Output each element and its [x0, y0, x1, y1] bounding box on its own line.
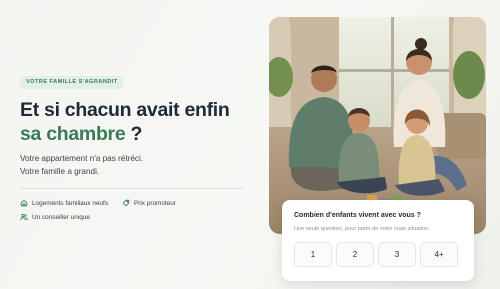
hero-title: Et si chacun avait enfin sa chambre ?: [20, 98, 260, 146]
hero-subtitle-line2: Votre famille a grandi.: [20, 166, 100, 176]
users-icon: [20, 213, 28, 221]
hero-section: VOTRE FAMILLE S'AGRANDIT Et si chacun av…: [20, 0, 252, 289]
feature-new-homes: Logements familiaux neufs: [20, 199, 108, 207]
house-icon: [20, 200, 28, 207]
option-4-plus-button[interactable]: 4+: [420, 242, 458, 267]
option-3-button[interactable]: 3: [378, 242, 416, 267]
feature-label: Un conseiller unique: [32, 213, 90, 221]
feature-label: Prix promoteur: [134, 199, 176, 207]
feature-advisor: Un conseiller unique: [20, 213, 90, 221]
hero-subtitle-line1: Votre appartement n'a pas rétréci.: [20, 154, 144, 163]
hero-title-line1: Et si chacun avait enfin: [20, 99, 230, 121]
hero-subtitle: Votre appartement n'a pas rétréci. Votre…: [20, 153, 250, 178]
eyebrow-badge: VOTRE FAMILLE S'AGRANDIT: [20, 76, 124, 89]
tag-icon: [122, 199, 130, 207]
question-text: Combien d'enfants vivent avec vous ?: [294, 212, 421, 219]
feature-developer-price: Prix promoteur: [122, 199, 176, 207]
question-hint: Une seule question, pour partir de votre…: [294, 226, 430, 232]
question-card: Combien d'enfants vivent avec vous ? Une…: [282, 200, 474, 281]
option-1-button[interactable]: 1: [294, 242, 332, 267]
hero-title-suffix: ?: [125, 123, 143, 145]
feature-label: Logements familiaux neufs: [32, 199, 109, 207]
hero-title-accent: sa chambre: [20, 123, 126, 145]
divider: [20, 188, 244, 189]
children-options: 1 2 3 4+: [294, 242, 458, 267]
option-2-button[interactable]: 2: [336, 242, 374, 267]
